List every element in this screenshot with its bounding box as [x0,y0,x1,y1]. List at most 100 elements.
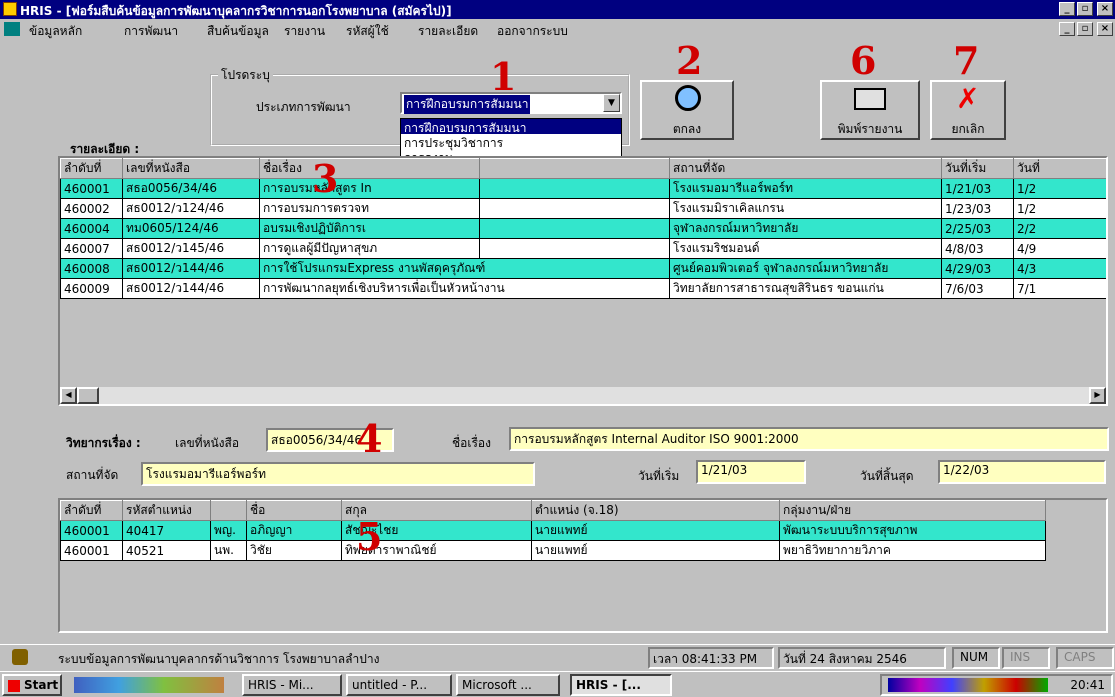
menu-item-develop[interactable]: การพัฒนา [124,22,178,41]
maximize-button[interactable]: ▫ [1077,2,1093,16]
start-button[interactable]: Start [2,674,62,696]
col-header[interactable]: ลำดับที่ [60,158,123,179]
end-date-field[interactable]: 1/22/03 [938,460,1106,484]
task-untitled-paint[interactable]: untitled - P... [346,674,452,696]
table-row[interactable]: 460008 สธ0012/ว144/46 การใช้โปรแกรมExpress… [60,258,1106,279]
cell: การอบรมหลักสูตร In [259,178,480,199]
table-row[interactable]: 460001 สธอ0056/34/46 การอบรมหลักสูตร In โรง… [60,178,1106,199]
cell: วิทยาลัยการสาธารณสุขสิรินธร ขอนแก่น [669,278,942,299]
cell: พยาธิวิทยากายวิภาค [779,540,1046,561]
dropdown-option[interactable]: การประชุมวิชาการ [401,134,621,150]
menu-item-master[interactable]: ข้อมูลหลัก [29,22,82,41]
end-date-label: วันที่สิ้นสุด [860,469,914,483]
cell: 460001 [60,520,123,541]
col-header[interactable] [210,500,247,521]
task-hris-mi[interactable]: HRIS - Mi... [242,674,342,696]
cell: นายแพทย์ [531,540,780,561]
cell: พญ. [210,520,247,541]
col-header[interactable]: วันที่เริ่ม [941,158,1014,179]
minimize-button[interactable]: _ [1059,2,1075,16]
scroll-right-button[interactable]: ▶ [1089,387,1106,404]
cell: 460009 [60,278,123,299]
windows-logo-icon [8,679,20,692]
status-text: ระบบข้อมูลการพัฒนาบุคลากรด้านวิชาการ โรง… [58,652,380,666]
scroll-left-button[interactable]: ◀ [60,387,77,404]
print-button[interactable]: พิมพ์รายงาน [820,80,920,140]
cell [479,238,670,259]
cell: 4/8/03 [941,238,1014,259]
cell: การดูแลผู้มีปัญหาสุขภ [259,238,480,259]
title-label: ชื่อเรื่อง [452,436,491,450]
annotation-3: 3 [312,156,339,201]
ok-button-label: ตกลง [672,122,702,136]
magnifier-icon [675,85,701,111]
start-date-field[interactable]: 1/21/03 [696,460,806,484]
speakers-table: ลำดับที่ รหัสตำแหน่ง ชื่อ สกุล ตำแหน่ง (… [60,500,1046,561]
cell: พัฒนาระบบบริการสุขภาพ [779,520,1046,541]
dropdown-option[interactable]: การฝึกอบรมการสัมมนา [401,119,621,135]
menu-item-exit[interactable]: ออกจากระบบ [497,22,568,41]
filter-group-label: โปรดระบุ [218,66,273,85]
mdi-minimize-button[interactable]: _ [1059,22,1075,36]
col-header[interactable] [479,158,670,179]
place-field[interactable]: โรงแรมอมารีแอร์พอร์ท [141,462,535,486]
menu-icon [4,22,20,36]
scroll-thumb[interactable] [77,387,99,404]
col-header[interactable]: ตำแหน่ง (จ.18) [531,500,780,521]
menu-item-detail[interactable]: รายละเอียด [418,22,478,41]
cancel-button[interactable]: ✗ ยกเลิก [930,80,1006,140]
mdi-maximize-button[interactable]: ▫ [1077,22,1093,36]
col-header[interactable]: รหัสตำแหน่ง [122,500,211,521]
cell: 40417 [122,520,211,541]
col-header[interactable]: ลำดับที่ [60,500,123,521]
col-header[interactable]: วันที่ [1013,158,1106,179]
dropdown-arrow-button[interactable]: ▼ [603,94,620,112]
cell: 4/3 [1013,258,1106,279]
annotation-5: 5 [356,514,383,559]
details-grid: ลำดับที่ เลขที่หนังสือ ชื่อเรื่อง สถานที… [58,156,1108,406]
task-microsoft[interactable]: Microsoft ... [456,674,560,696]
print-button-label: พิมพ์รายงาน [837,122,903,136]
cell: 460007 [60,238,123,259]
ok-button[interactable]: ตกลง [640,80,734,140]
col-header[interactable]: เลขที่หนังสือ [122,158,260,179]
table-row[interactable]: 460002 สธ0012/ว124/46 การอบรมการตรวจท โรงแร… [60,198,1106,219]
close-button[interactable]: × [1097,2,1113,16]
cell [479,178,670,199]
cell: ทม0605/124/46 [122,218,260,239]
menu-item-user[interactable]: รหัสผู้ใช้ [346,22,389,41]
cell: สธอ0056/34/46 [122,178,260,199]
cell: ศูนย์คอมพิวเตอร์ จุฬาลงกรณ์มหาวิทยาลัย [669,258,942,279]
table-row[interactable]: 460001 40521 นพ. วิชัย ทิพยดาราพาณิชย์ นายแพท… [60,540,1046,561]
cell: การใช้โปรแกรมExpress งานพัสดุครุภัณฑ์ [259,258,670,279]
status-icon [12,649,28,665]
horizontal-scrollbar[interactable]: ◀ ▶ [60,387,1106,404]
table-row[interactable]: 460009 สธ0012/ว144/46 การพัฒนากลยุทธ์เชิงบ… [60,278,1106,299]
tray-clock: 20:41 [1070,678,1105,692]
mdi-close-button[interactable]: × [1097,22,1113,36]
status-time: เวลา 08:41:33 PM [648,647,774,669]
table-row[interactable]: 460007 สธ0012/ว145/46 การดูแลผู้มีปัญหาสุข… [60,238,1106,259]
table-row[interactable]: 460001 40417 พญ. อภิญญา สัชฌะไชย นายแพทย์ พัฒน… [60,520,1046,541]
menu-item-search[interactable]: สืบค้นข้อมูล [207,22,269,41]
title-field[interactable]: การอบรมหลักสูตร Internal Auditor ISO 900… [509,427,1109,451]
cell: 2/25/03 [941,218,1014,239]
task-hris-active[interactable]: HRIS - [... [570,674,672,696]
cell: 460008 [60,258,123,279]
status-bar: ระบบข้อมูลการพัฒนาบุคลากรด้านวิชาการ โรง… [0,644,1115,670]
cell [479,198,670,219]
col-header[interactable]: ชื่อ [246,500,342,521]
cell: สธ0012/ว144/46 [122,278,260,299]
cell: 1/23/03 [941,198,1014,219]
col-header[interactable]: สถานที่จัด [669,158,942,179]
cell: จุฬาลงกรณ์มหาวิทยาลัย [669,218,942,239]
col-header[interactable]: กลุ่มงาน/ฝ่าย [779,500,1046,521]
annotation-7: 7 [953,38,980,83]
table-row[interactable]: 460004 ทม0605/124/46 อบรมเชิงปฏิบัติการเ จุ… [60,218,1106,239]
menu-item-report[interactable]: รายงาน [284,22,325,41]
printer-icon [854,88,886,110]
speaker-section-label: วิทยากรเรื่อง : [66,436,141,450]
status-num: NUM [952,647,1000,669]
cell: สธ0012/ว124/46 [122,198,260,219]
col-header[interactable]: ชื่อเรื่อง [259,158,480,179]
